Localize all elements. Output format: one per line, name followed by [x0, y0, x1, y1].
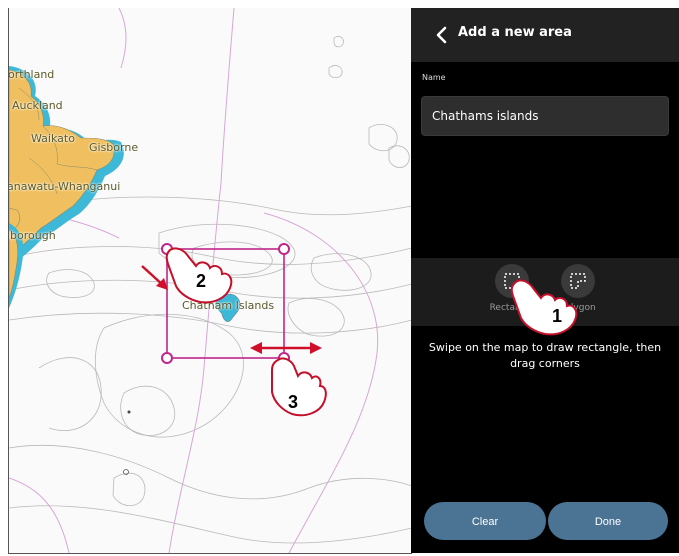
panel-header: Add a new area — [411, 8, 679, 62]
name-input[interactable] — [421, 96, 669, 136]
polygon-tool-button[interactable]: Polygon — [543, 264, 613, 324]
corner-handle-top-right[interactable] — [278, 243, 290, 255]
back-button[interactable] — [431, 23, 453, 47]
shape-tool-strip: Rectangle Polygon — [411, 258, 679, 326]
app-frame: orthland Auckland Waikato Gisborne anawa… — [0, 0, 679, 556]
corner-handle-top-left[interactable] — [161, 243, 173, 255]
done-button[interactable]: Done — [548, 502, 668, 540]
clear-button[interactable]: Clear — [424, 502, 546, 540]
rectangle-tool-button[interactable]: Rectangle — [477, 264, 547, 324]
label-chatham-islands: Chatham Islands — [182, 299, 275, 312]
instructions-text: Swipe on the map to draw rectangle, then… — [428, 341, 662, 370]
corner-handle-bottom-right[interactable] — [278, 352, 290, 364]
polygon-tool-icon-bg — [561, 264, 595, 298]
rectangle-tool-label: Rectangle — [489, 303, 535, 313]
rock-symbol — [123, 469, 129, 475]
add-area-panel: Add a new area Name Rectangle Polygo — [411, 8, 679, 553]
name-field-label: Name — [422, 73, 446, 82]
chevron-left-icon — [436, 26, 447, 44]
label-auckland: Auckland — [12, 99, 63, 112]
label-manawatu-whanganui: anawatu-Whanganui — [8, 180, 121, 193]
page-title: Add a new area — [458, 25, 572, 40]
chart-map[interactable]: orthland Auckland Waikato Gisborne anawa… — [8, 8, 412, 554]
boundary-lines — [9, 8, 379, 553]
polygon-select-icon — [570, 273, 586, 289]
label-marlborough: lborough — [8, 229, 56, 242]
rectangle-tool-icon-bg — [495, 264, 529, 298]
corner-handle-bottom-left[interactable] — [161, 352, 173, 364]
label-waikato: Waikato — [31, 132, 75, 145]
seamount-dot — [127, 410, 131, 414]
map-drawing — [9, 8, 412, 553]
label-northland: orthland — [8, 68, 55, 81]
rectangle-select-icon — [504, 273, 520, 289]
label-gisborne: Gisborne — [89, 141, 139, 154]
polygon-tool-label: Polygon — [560, 303, 596, 313]
